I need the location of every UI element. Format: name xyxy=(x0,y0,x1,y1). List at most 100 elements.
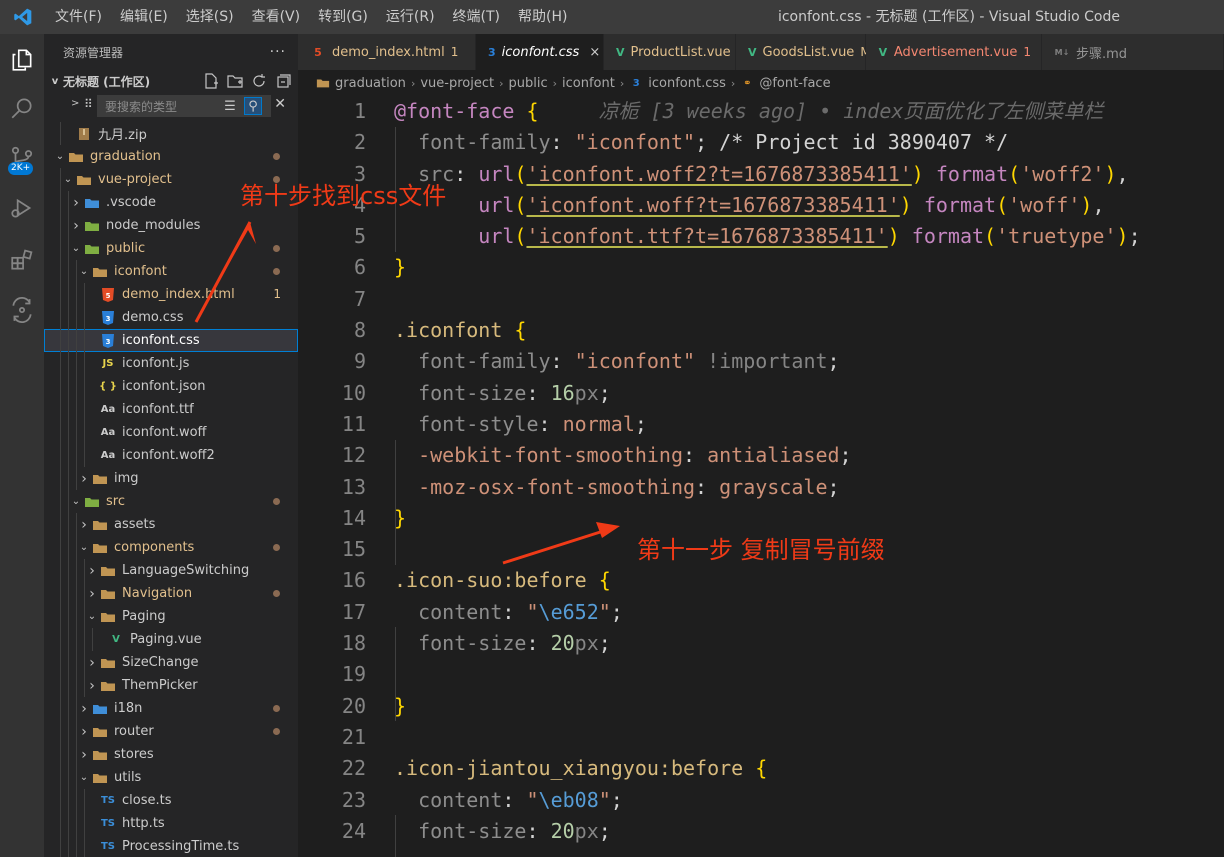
indent-guide xyxy=(84,835,85,857)
source-control-icon[interactable]: 2K+ xyxy=(0,136,44,180)
indent-guide xyxy=(60,467,61,490)
collapse-all-icon[interactable] xyxy=(274,72,292,90)
menu-edit[interactable]: 编辑(E) xyxy=(111,0,177,34)
indent-guide xyxy=(84,283,85,306)
source-control-badge: 2K+ xyxy=(8,162,34,175)
tree-item[interactable]: › node_modules xyxy=(44,214,298,237)
run-debug-icon[interactable] xyxy=(0,186,44,230)
breadcrumb-item[interactable]: iconfont xyxy=(562,76,615,91)
tree-item[interactable]: › img xyxy=(44,467,298,490)
tree-item[interactable]: TS close.ts xyxy=(44,789,298,812)
tree-item[interactable]: ⌄ graduation xyxy=(44,145,298,168)
extensions-icon[interactable] xyxy=(0,238,44,282)
indent-guide xyxy=(84,812,85,835)
indent-guide xyxy=(68,743,69,766)
new-file-icon[interactable] xyxy=(202,72,220,90)
breadcrumb-item[interactable]: iconfont.css xyxy=(648,76,726,91)
indent-guide xyxy=(84,582,85,605)
tree-item[interactable]: › ThemPicker xyxy=(44,674,298,697)
tree-item-label: Paging.vue xyxy=(130,632,202,647)
menu-view[interactable]: 查看(V) xyxy=(243,0,310,34)
breadcrumb-item[interactable]: @font-face xyxy=(759,76,830,91)
annotation-step11: 第十一步 复制冒号前缀 xyxy=(637,536,885,564)
code-content[interactable]: @font-face {凉栀 [3 weeks ago] • index页面优化… xyxy=(394,96,1224,847)
editor-tab[interactable]: V Advertisement.vue 1 xyxy=(866,34,1042,70)
editor-tab[interactable]: M↓ 步骤.md xyxy=(1042,34,1224,70)
tree-item[interactable]: › assets xyxy=(44,513,298,536)
remote-explorer-icon[interactable] xyxy=(0,288,44,332)
tree-item[interactable]: TS ProcessingTime.ts xyxy=(44,835,298,857)
menu-file[interactable]: 文件(F) xyxy=(46,0,111,34)
ts-icon: TS xyxy=(100,795,116,806)
tree-item[interactable]: › LanguageSwitching xyxy=(44,559,298,582)
section-actions xyxy=(202,72,292,90)
tree-item[interactable]: ⌄ utils xyxy=(44,766,298,789)
menu-terminal[interactable]: 终端(T) xyxy=(444,0,509,34)
tree-item[interactable]: Aa iconfont.ttf xyxy=(44,398,298,421)
chevron-right-icon: › xyxy=(81,746,87,763)
editor-tab[interactable]: VGoodsList.vueM xyxy=(736,34,871,70)
menu-selection[interactable]: 选择(S) xyxy=(177,0,243,34)
close-tab-icon[interactable]: × xyxy=(589,45,600,60)
more-actions-icon[interactable]: ··· xyxy=(270,44,286,60)
folder-icon xyxy=(316,76,330,90)
refresh-icon[interactable] xyxy=(250,72,268,90)
menu-go[interactable]: 转到(G) xyxy=(309,0,377,34)
css-file-icon: 3 xyxy=(632,77,640,89)
tree-item[interactable]: { } iconfont.json xyxy=(44,375,298,398)
drag-handle-icon[interactable]: ⠿ xyxy=(84,97,93,111)
tree-item[interactable]: ⌄ iconfont xyxy=(44,260,298,283)
workspace-section-header[interactable]: v 无标题 (工作区) xyxy=(44,70,298,92)
tree-item[interactable]: › SizeChange xyxy=(44,651,298,674)
tree-item[interactable]: › i18n xyxy=(44,697,298,720)
tree-item[interactable]: Aa iconfont.woff2 xyxy=(44,444,298,467)
editor-tab[interactable]: 5 demo_index.html 1 xyxy=(298,34,476,70)
folder-green-icon xyxy=(84,241,100,257)
tree-item[interactable]: 3 demo.css xyxy=(44,306,298,329)
tree-item[interactable]: 3 iconfont.css xyxy=(44,329,298,352)
line-number: 20 xyxy=(341,693,366,718)
tree-item[interactable]: ⌄ Paging xyxy=(44,605,298,628)
tree-item[interactable]: 九月.zip xyxy=(44,122,298,145)
indent-guide xyxy=(68,490,69,513)
tree-item[interactable]: › Navigation xyxy=(44,582,298,605)
tree-item[interactable]: Aa iconfont.woff xyxy=(44,421,298,444)
search-icon[interactable] xyxy=(0,86,44,130)
code-line: content: "\e652"; xyxy=(418,599,623,624)
tree-filter-input[interactable]: 要搜索的类型 ☰ ⚲ xyxy=(97,95,271,117)
editor-tab[interactable]: VProductList.vueM xyxy=(604,34,747,70)
new-folder-icon[interactable] xyxy=(226,72,244,90)
tree-item[interactable]: JS iconfont.js xyxy=(44,352,298,375)
tree-item[interactable]: › router xyxy=(44,720,298,743)
tree-item-label: Navigation xyxy=(122,586,193,601)
editor-tab[interactable]: 3 iconfont.css × xyxy=(476,34,604,70)
tree-item[interactable]: V Paging.vue xyxy=(44,628,298,651)
fuzzy-match-icon[interactable]: ⚲ xyxy=(244,97,262,115)
workspace-name: 无标题 (工作区) xyxy=(63,74,151,89)
breadcrumb-item[interactable]: public xyxy=(509,76,548,91)
breadcrumb-item[interactable]: graduation xyxy=(335,76,406,91)
folder-icon xyxy=(92,770,108,786)
vscode-logo-icon[interactable] xyxy=(0,0,46,34)
menu-run[interactable]: 运行(R) xyxy=(377,0,444,34)
folder-icon xyxy=(100,586,116,602)
indent-guide xyxy=(60,329,61,352)
menu-help[interactable]: 帮助(H) xyxy=(509,0,576,34)
tree-item-label: .vscode xyxy=(106,195,156,210)
indent-guide xyxy=(68,582,69,605)
indent-guide xyxy=(84,375,85,398)
breadcrumb-item[interactable]: vue-project xyxy=(420,76,494,91)
indent-guide xyxy=(68,444,69,467)
tree-item[interactable]: ⌄ src xyxy=(44,490,298,513)
indent-guide xyxy=(60,214,61,237)
tree-item[interactable]: TS http.ts xyxy=(44,812,298,835)
explorer-icon[interactable] xyxy=(0,38,44,82)
tree-item[interactable]: 5 demo_index.html 1 xyxy=(44,283,298,306)
close-icon[interactable]: ✕ xyxy=(274,96,286,112)
indent-guide xyxy=(60,559,61,582)
tree-item[interactable]: › stores xyxy=(44,743,298,766)
indent-guide xyxy=(68,720,69,743)
tree-item[interactable]: ⌄ components xyxy=(44,536,298,559)
tree-item[interactable]: ⌄ public xyxy=(44,237,298,260)
filter-list-icon[interactable]: ☰ xyxy=(221,97,239,115)
